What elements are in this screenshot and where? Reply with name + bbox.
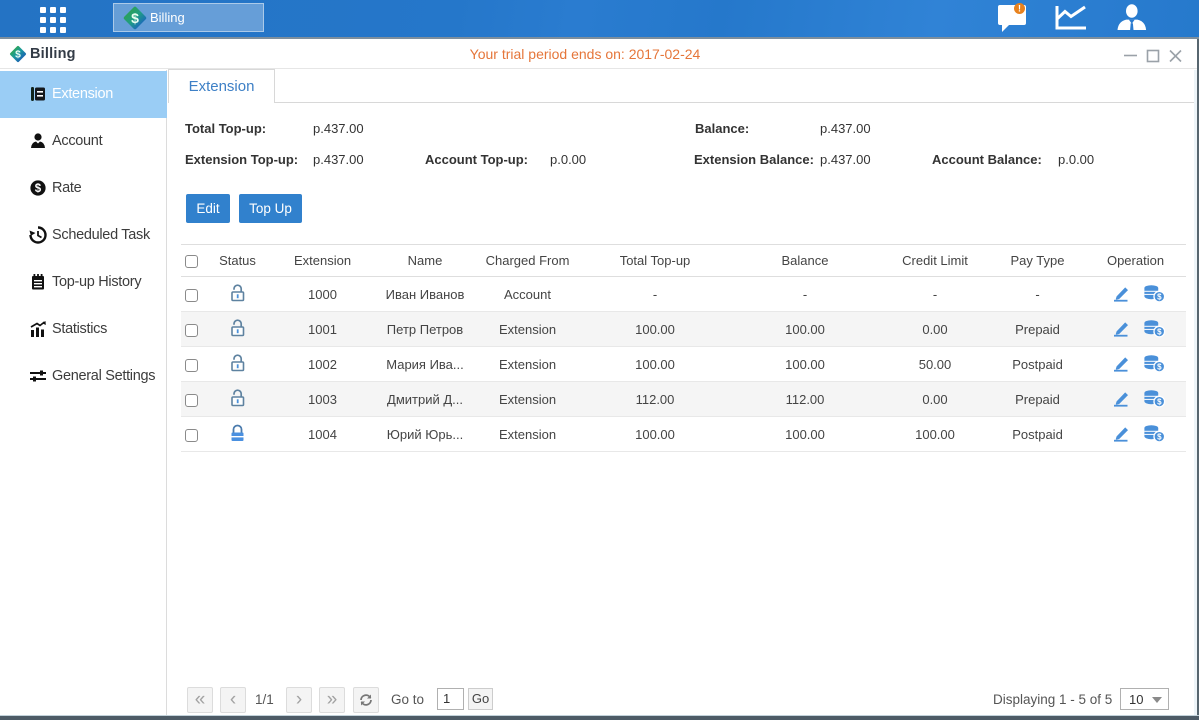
svg-text:$: $ bbox=[1157, 327, 1162, 336]
svg-text:$: $ bbox=[1157, 292, 1162, 301]
svg-text:$: $ bbox=[1157, 362, 1162, 371]
svg-text:$: $ bbox=[1157, 397, 1162, 406]
svg-text:$: $ bbox=[1157, 432, 1162, 441]
svg-text:$: $ bbox=[131, 10, 139, 26]
svg-text:!: ! bbox=[1018, 4, 1021, 14]
svg-text:$: $ bbox=[35, 183, 42, 195]
